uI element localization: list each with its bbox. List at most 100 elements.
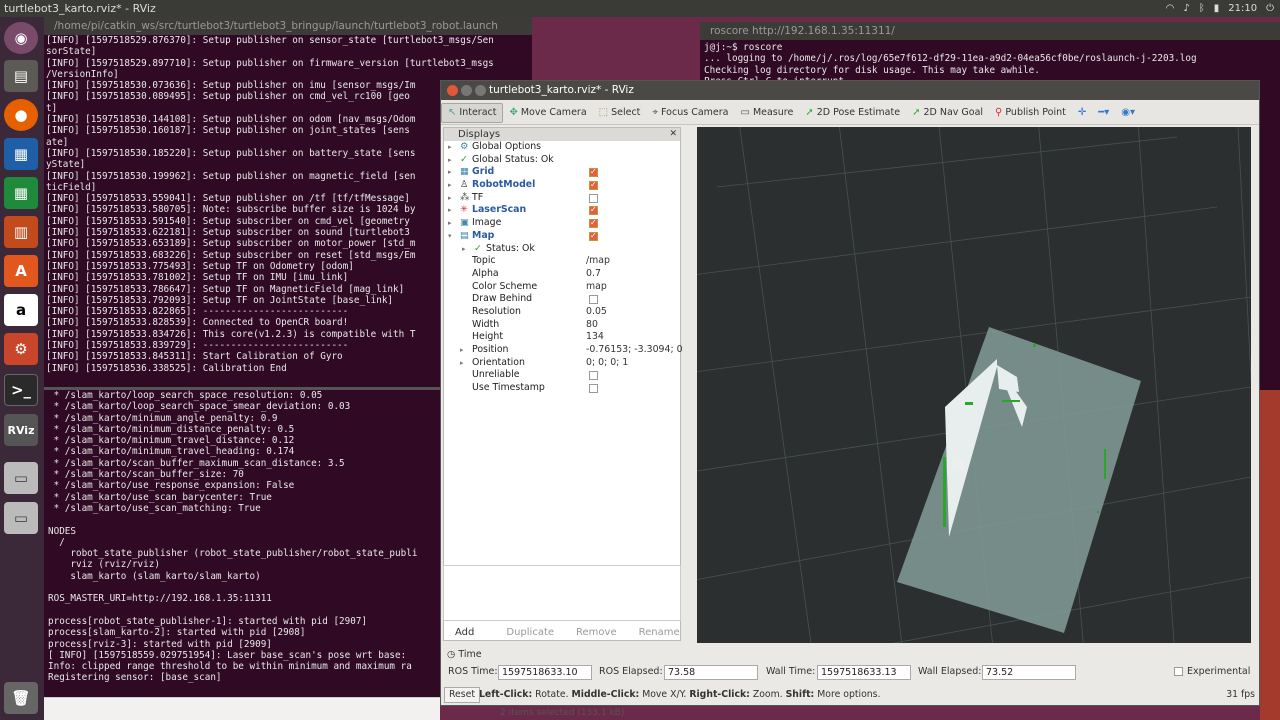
rename-button[interactable]: Rename <box>631 623 688 643</box>
writer-icon[interactable]: ▦ <box>4 138 38 170</box>
left-terminal-titlebar[interactable]: /home/pi/catkin_ws/src/turtlebot3/turtle… <box>44 17 532 35</box>
display-row[interactable]: ▸ ✓ Global Status: Ok <box>444 154 680 167</box>
clock[interactable]: 21:10 <box>1228 0 1257 17</box>
minimize-icon[interactable] <box>461 85 472 96</box>
display-enable-checkbox[interactable] <box>589 217 598 230</box>
tool-remove[interactable]: ━▾ <box>1092 103 1115 123</box>
impress-icon[interactable]: ▥ <box>4 216 38 248</box>
experimental-checkbox[interactable] <box>1174 667 1183 676</box>
display-row[interactable]: Color Scheme map <box>444 281 680 294</box>
display-row[interactable]: Topic/map <box>444 255 680 268</box>
display-row[interactable]: ▸ ♙ RobotModel <box>444 179 680 192</box>
display-row[interactable]: Resolution 0.05 <box>444 306 680 319</box>
files-icon[interactable]: ▤ <box>4 60 38 92</box>
panel-close-icon[interactable]: ✕ <box>669 128 677 141</box>
3d-view[interactable] <box>697 127 1251 643</box>
display-row[interactable]: Width 80 <box>444 319 680 332</box>
display-row[interactable]: ▸ ▣ Image <box>444 217 680 230</box>
display-enable-checkbox[interactable] <box>589 371 598 381</box>
battery-icon[interactable]: ▮ <box>1214 0 1220 17</box>
ros-time-field[interactable]: 1597518633.10 <box>498 665 592 680</box>
expand-icon[interactable]: ▸ <box>448 204 452 217</box>
display-enable-checkbox[interactable] <box>589 179 598 192</box>
tool-publish-point[interactable]: ⚲ Publish Point <box>989 103 1072 123</box>
expand-icon[interactable]: ▸ <box>462 243 466 256</box>
tool-focus-camera[interactable]: ⌖ Focus Camera <box>646 103 734 123</box>
disk-icon-2[interactable]: ▭ <box>4 502 38 534</box>
rviz-titlebar[interactable]: turtlebot3_karto.rviz* - RViz <box>441 81 1259 100</box>
expand-icon[interactable]: ▾ <box>448 230 452 243</box>
display-enable-checkbox[interactable] <box>589 295 598 305</box>
display-row[interactable]: ▸ ⁂ TF <box>444 192 680 205</box>
trash-icon[interactable]: 🗑 <box>4 682 38 714</box>
wall-time-field[interactable]: 1597518633.13 <box>817 665 911 680</box>
tool-add[interactable]: ✛ <box>1072 103 1092 123</box>
display-row[interactable]: ▾ ▤ Map <box>444 230 680 243</box>
expand-icon[interactable]: ▸ <box>448 141 452 154</box>
map-render[interactable] <box>697 127 1251 643</box>
bluetooth-icon[interactable]: ᛒ <box>1199 0 1205 17</box>
wall-elapsed-field[interactable]: 73.52 <box>982 665 1076 680</box>
display-row[interactable]: Use Timestamp <box>444 382 680 395</box>
expand-icon[interactable]: ▸ <box>448 166 452 179</box>
display-value[interactable]: 80 <box>586 319 598 332</box>
bottom-terminal[interactable]: * /slam_karto/loop_search_space_resoluti… <box>44 387 440 697</box>
display-row[interactable]: ▸ ⚙ Global Options <box>444 141 680 154</box>
right-terminal-titlebar[interactable]: roscore http://192.168.1.35:11311/ <box>700 22 1280 40</box>
display-row[interactable]: Alpha 0.7 <box>444 268 680 281</box>
duplicate-button[interactable]: Duplicate <box>498 623 562 643</box>
wifi-icon[interactable]: ◠ <box>1166 0 1175 17</box>
disk-icon[interactable]: ▭ <box>4 462 38 494</box>
display-row[interactable]: ▸ Position -0.76153; -3.3094; 0 <box>444 344 683 357</box>
tool-nav-goal[interactable]: ➚ 2D Nav Goal <box>906 103 989 123</box>
display-enable-checkbox[interactable] <box>589 204 598 217</box>
display-row[interactable]: ▸ Orientation 0; 0; 0; 1 <box>444 357 680 370</box>
volume-icon[interactable]: ♪ <box>1183 0 1189 17</box>
display-enable-checkbox[interactable] <box>589 193 598 203</box>
reset-button[interactable]: Reset <box>444 687 480 703</box>
display-value[interactable]: 0.7 <box>586 268 601 281</box>
display-row[interactable]: ▸ ✳ LaserScan <box>444 204 680 217</box>
rviz-icon[interactable]: RViz <box>4 414 38 446</box>
display-value[interactable]: 0.05 <box>586 306 607 319</box>
expand-icon[interactable]: ▸ <box>448 179 452 192</box>
display-row[interactable]: Unreliable <box>444 369 680 382</box>
ros-elapsed-field[interactable]: 73.58 <box>664 665 758 680</box>
display-value[interactable]: /map <box>586 255 610 268</box>
remove-button[interactable]: Remove <box>568 623 625 643</box>
display-row[interactable]: ▸ ▦ Grid <box>444 166 680 179</box>
software-center-icon[interactable]: A <box>4 255 38 287</box>
display-label: Width <box>472 318 500 330</box>
tool-pose-estimate[interactable]: ➚ 2D Pose Estimate <box>799 103 906 123</box>
expand-icon[interactable]: ▸ <box>460 357 464 370</box>
close-icon[interactable] <box>447 85 458 96</box>
calc-icon[interactable]: ▦ <box>4 177 38 209</box>
amazon-icon[interactable]: a <box>4 294 38 326</box>
display-row[interactable]: ▸ ✓ Status: Ok <box>444 243 680 256</box>
display-row[interactable]: Draw Behind <box>444 293 680 306</box>
terminal-icon[interactable]: >_ <box>4 374 38 406</box>
tool-interact[interactable]: ↖ Interact <box>441 102 504 123</box>
expand-icon[interactable]: ▸ <box>448 192 452 205</box>
dash-icon[interactable]: ◉ <box>4 22 38 54</box>
tool-select[interactable]: ⬚ Select <box>593 103 647 123</box>
expand-icon[interactable]: ▸ <box>448 154 452 167</box>
display-row[interactable]: Height 134 <box>444 331 680 344</box>
tool-move-camera[interactable]: ✥ Move Camera <box>503 103 592 123</box>
power-icon[interactable]: ⏻ <box>1266 0 1274 17</box>
display-enable-checkbox[interactable] <box>589 384 598 394</box>
display-enable-checkbox[interactable] <box>589 166 598 179</box>
firefox-icon[interactable]: ● <box>4 99 38 131</box>
display-value[interactable]: 134 <box>586 331 604 344</box>
tool-view[interactable]: ◉▾ <box>1115 103 1141 123</box>
tool-measure[interactable]: ▭ Measure <box>734 103 799 123</box>
display-enable-checkbox[interactable] <box>589 230 598 243</box>
expand-icon[interactable]: ▸ <box>460 344 464 357</box>
maximize-icon[interactable] <box>475 85 486 96</box>
display-value[interactable]: -0.76153; -3.3094; 0 <box>586 344 683 357</box>
expand-icon[interactable]: ▸ <box>448 217 452 230</box>
display-value[interactable]: map <box>586 281 607 294</box>
add-button[interactable]: Add <box>447 623 482 643</box>
settings-icon[interactable]: ⚙ <box>4 333 38 365</box>
display-value[interactable]: 0; 0; 0; 1 <box>586 357 628 370</box>
